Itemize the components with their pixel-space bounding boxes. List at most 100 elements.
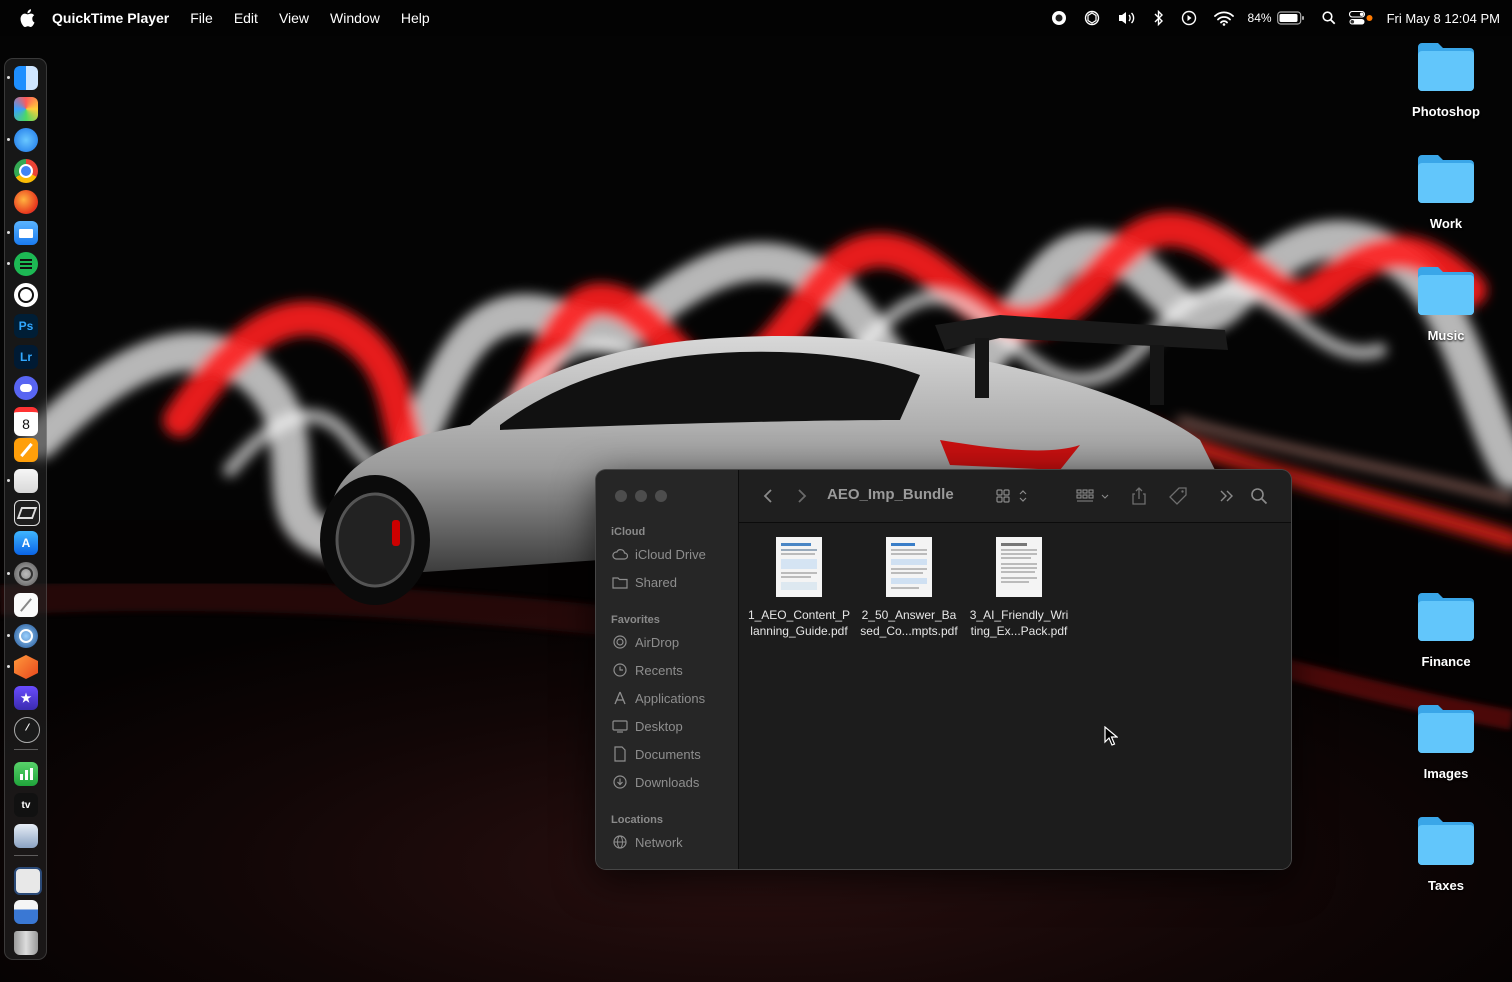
pages-icon[interactable] xyxy=(14,438,38,462)
lightroom-icon[interactable]: Lr xyxy=(14,345,38,369)
sidebar-item-desktop[interactable]: Desktop xyxy=(612,716,683,736)
chatgpt-icon[interactable] xyxy=(1084,0,1100,36)
mail-icon[interactable] xyxy=(14,221,38,245)
folder-icon xyxy=(1416,703,1476,755)
desktop-folder[interactable]: Music xyxy=(1391,265,1501,343)
discord-icon[interactable] xyxy=(14,376,38,400)
desktop-folder[interactable]: Images xyxy=(1391,703,1501,781)
forward-button[interactable] xyxy=(793,484,811,508)
zoom-window-button[interactable] xyxy=(655,490,667,502)
screenshots-stack-icon[interactable] xyxy=(14,900,38,924)
bluetooth-icon[interactable] xyxy=(1154,0,1164,36)
running-indicator xyxy=(7,572,10,575)
apple-tv-icon[interactable]: tv xyxy=(14,793,38,817)
numbers-icon[interactable] xyxy=(14,762,38,786)
system-settings-icon[interactable] xyxy=(14,562,38,586)
sidebar-section-icloud: iCloud xyxy=(611,526,646,538)
menubar-clock[interactable]: Fri May 8 12:04 PM xyxy=(1387,11,1500,26)
desktop-folder[interactable]: Taxes xyxy=(1391,815,1501,893)
calendar-icon[interactable]: 8 xyxy=(14,407,38,436)
menu-view[interactable]: View xyxy=(279,10,309,26)
trash-icon[interactable] xyxy=(14,931,38,955)
documents-stack-icon[interactable] xyxy=(14,867,42,895)
sidebar-item-applications[interactable]: Applications xyxy=(612,688,705,708)
spotlight-search-icon[interactable] xyxy=(1321,0,1336,36)
chrome-icon[interactable] xyxy=(14,159,38,183)
dock: Ps Lr 8 A ★ tv xyxy=(4,58,47,960)
sidebar-item-documents[interactable]: Documents xyxy=(612,744,701,764)
safari-icon[interactable] xyxy=(14,128,38,152)
sketchup-icon[interactable] xyxy=(14,500,40,526)
desktop-folder[interactable]: Photoshop xyxy=(1391,41,1501,119)
dock-separator xyxy=(14,749,38,750)
app-store-icon[interactable]: A xyxy=(14,531,38,555)
menu-file[interactable]: File xyxy=(190,10,213,26)
document-icon xyxy=(612,746,628,762)
airdrop-icon xyxy=(612,634,628,650)
back-button[interactable] xyxy=(759,484,777,508)
file-name: 1_AEO_Content_P lanning_Guide.pdf xyxy=(744,607,854,639)
window-title: AEO_Imp_Bundle xyxy=(827,486,954,503)
file-name-line: 1_AEO_Content_P xyxy=(747,608,851,622)
clock-icon[interactable] xyxy=(14,717,40,743)
search-icon[interactable] xyxy=(1249,484,1269,508)
volume-icon[interactable] xyxy=(1117,0,1137,36)
affinity-icon[interactable] xyxy=(14,655,38,679)
group-by-button[interactable] xyxy=(1075,484,1115,508)
folder-label: Photoshop xyxy=(1412,104,1480,119)
file-item[interactable]: 1_AEO_Content_P lanning_Guide.pdf xyxy=(744,537,854,639)
wifi-icon[interactable] xyxy=(1213,0,1234,36)
photoshop-icon[interactable]: Ps xyxy=(14,314,38,338)
apple-menu-icon[interactable] xyxy=(19,9,35,27)
menu-help[interactable]: Help xyxy=(401,10,430,26)
folder-label: Taxes xyxy=(1428,878,1464,893)
file-name: 3_AI_Friendly_Wri ting_Ex...Pack.pdf xyxy=(964,607,1074,639)
desktop-folder[interactable]: Work xyxy=(1391,153,1501,231)
folder-icon xyxy=(1416,591,1476,643)
sidebar-section-favorites: Favorites xyxy=(611,614,660,626)
folder-icon xyxy=(1416,41,1476,93)
files-icon[interactable] xyxy=(14,469,38,493)
share-icon[interactable] xyxy=(1129,484,1149,508)
file-item[interactable]: 2_50_Answer_Ba sed_Co...mpts.pdf xyxy=(854,537,964,639)
imovie-icon[interactable]: ★ xyxy=(14,686,38,710)
battery-icon[interactable] xyxy=(1276,0,1305,36)
sidebar-item-airdrop[interactable]: AirDrop xyxy=(612,632,679,652)
sidebar-item-downloads[interactable]: Downloads xyxy=(612,772,699,792)
sidebar-item-network[interactable]: Network xyxy=(612,832,683,852)
close-window-button[interactable] xyxy=(615,490,627,502)
play-icon[interactable] xyxy=(1181,0,1197,36)
screen-record-icon[interactable] xyxy=(1051,0,1067,36)
sidebar-item-label: Shared xyxy=(635,574,677,590)
control-center-icon[interactable] xyxy=(1348,0,1373,36)
chatgpt-app-icon[interactable] xyxy=(14,283,38,307)
sidebar-item-label: Recents xyxy=(635,662,683,678)
desktop-folder[interactable]: Finance xyxy=(1391,591,1501,669)
desktop-icon xyxy=(612,718,628,734)
tag-icon[interactable] xyxy=(1167,484,1189,508)
menu-edit[interactable]: Edit xyxy=(234,10,258,26)
clock-icon xyxy=(612,662,628,678)
file-item[interactable]: 3_AI_Friendly_Wri ting_Ex...Pack.pdf xyxy=(964,537,1074,639)
textedit-icon[interactable] xyxy=(14,593,38,617)
downloads-stack-icon[interactable] xyxy=(14,824,38,848)
shared-folder-icon xyxy=(612,574,628,590)
quicktime-icon[interactable] xyxy=(14,624,38,648)
menu-window[interactable]: Window xyxy=(330,10,380,26)
cloud-icon xyxy=(612,546,628,562)
view-mode-button[interactable] xyxy=(995,484,1031,508)
menu-app-name[interactable]: QuickTime Player xyxy=(52,10,169,26)
folder-label: Work xyxy=(1429,216,1463,231)
launchpad-icon[interactable] xyxy=(14,97,38,121)
more-toolbar-icon[interactable] xyxy=(1217,484,1237,508)
finder-icon[interactable] xyxy=(14,66,38,90)
sidebar-item-recents[interactable]: Recents xyxy=(612,660,683,680)
file-name-line: 3_AI_Friendly_Wri xyxy=(969,608,1069,622)
sidebar-item-icloud-drive[interactable]: iCloud Drive xyxy=(612,544,706,564)
firefox-icon[interactable] xyxy=(14,190,38,214)
finder-window: iCloud iCloud Drive Shared Favorites Air… xyxy=(595,469,1292,870)
spotify-icon[interactable] xyxy=(14,252,38,276)
sidebar-item-shared[interactable]: Shared xyxy=(612,572,677,592)
minimize-window-button[interactable] xyxy=(635,490,647,502)
running-indicator xyxy=(7,479,10,482)
